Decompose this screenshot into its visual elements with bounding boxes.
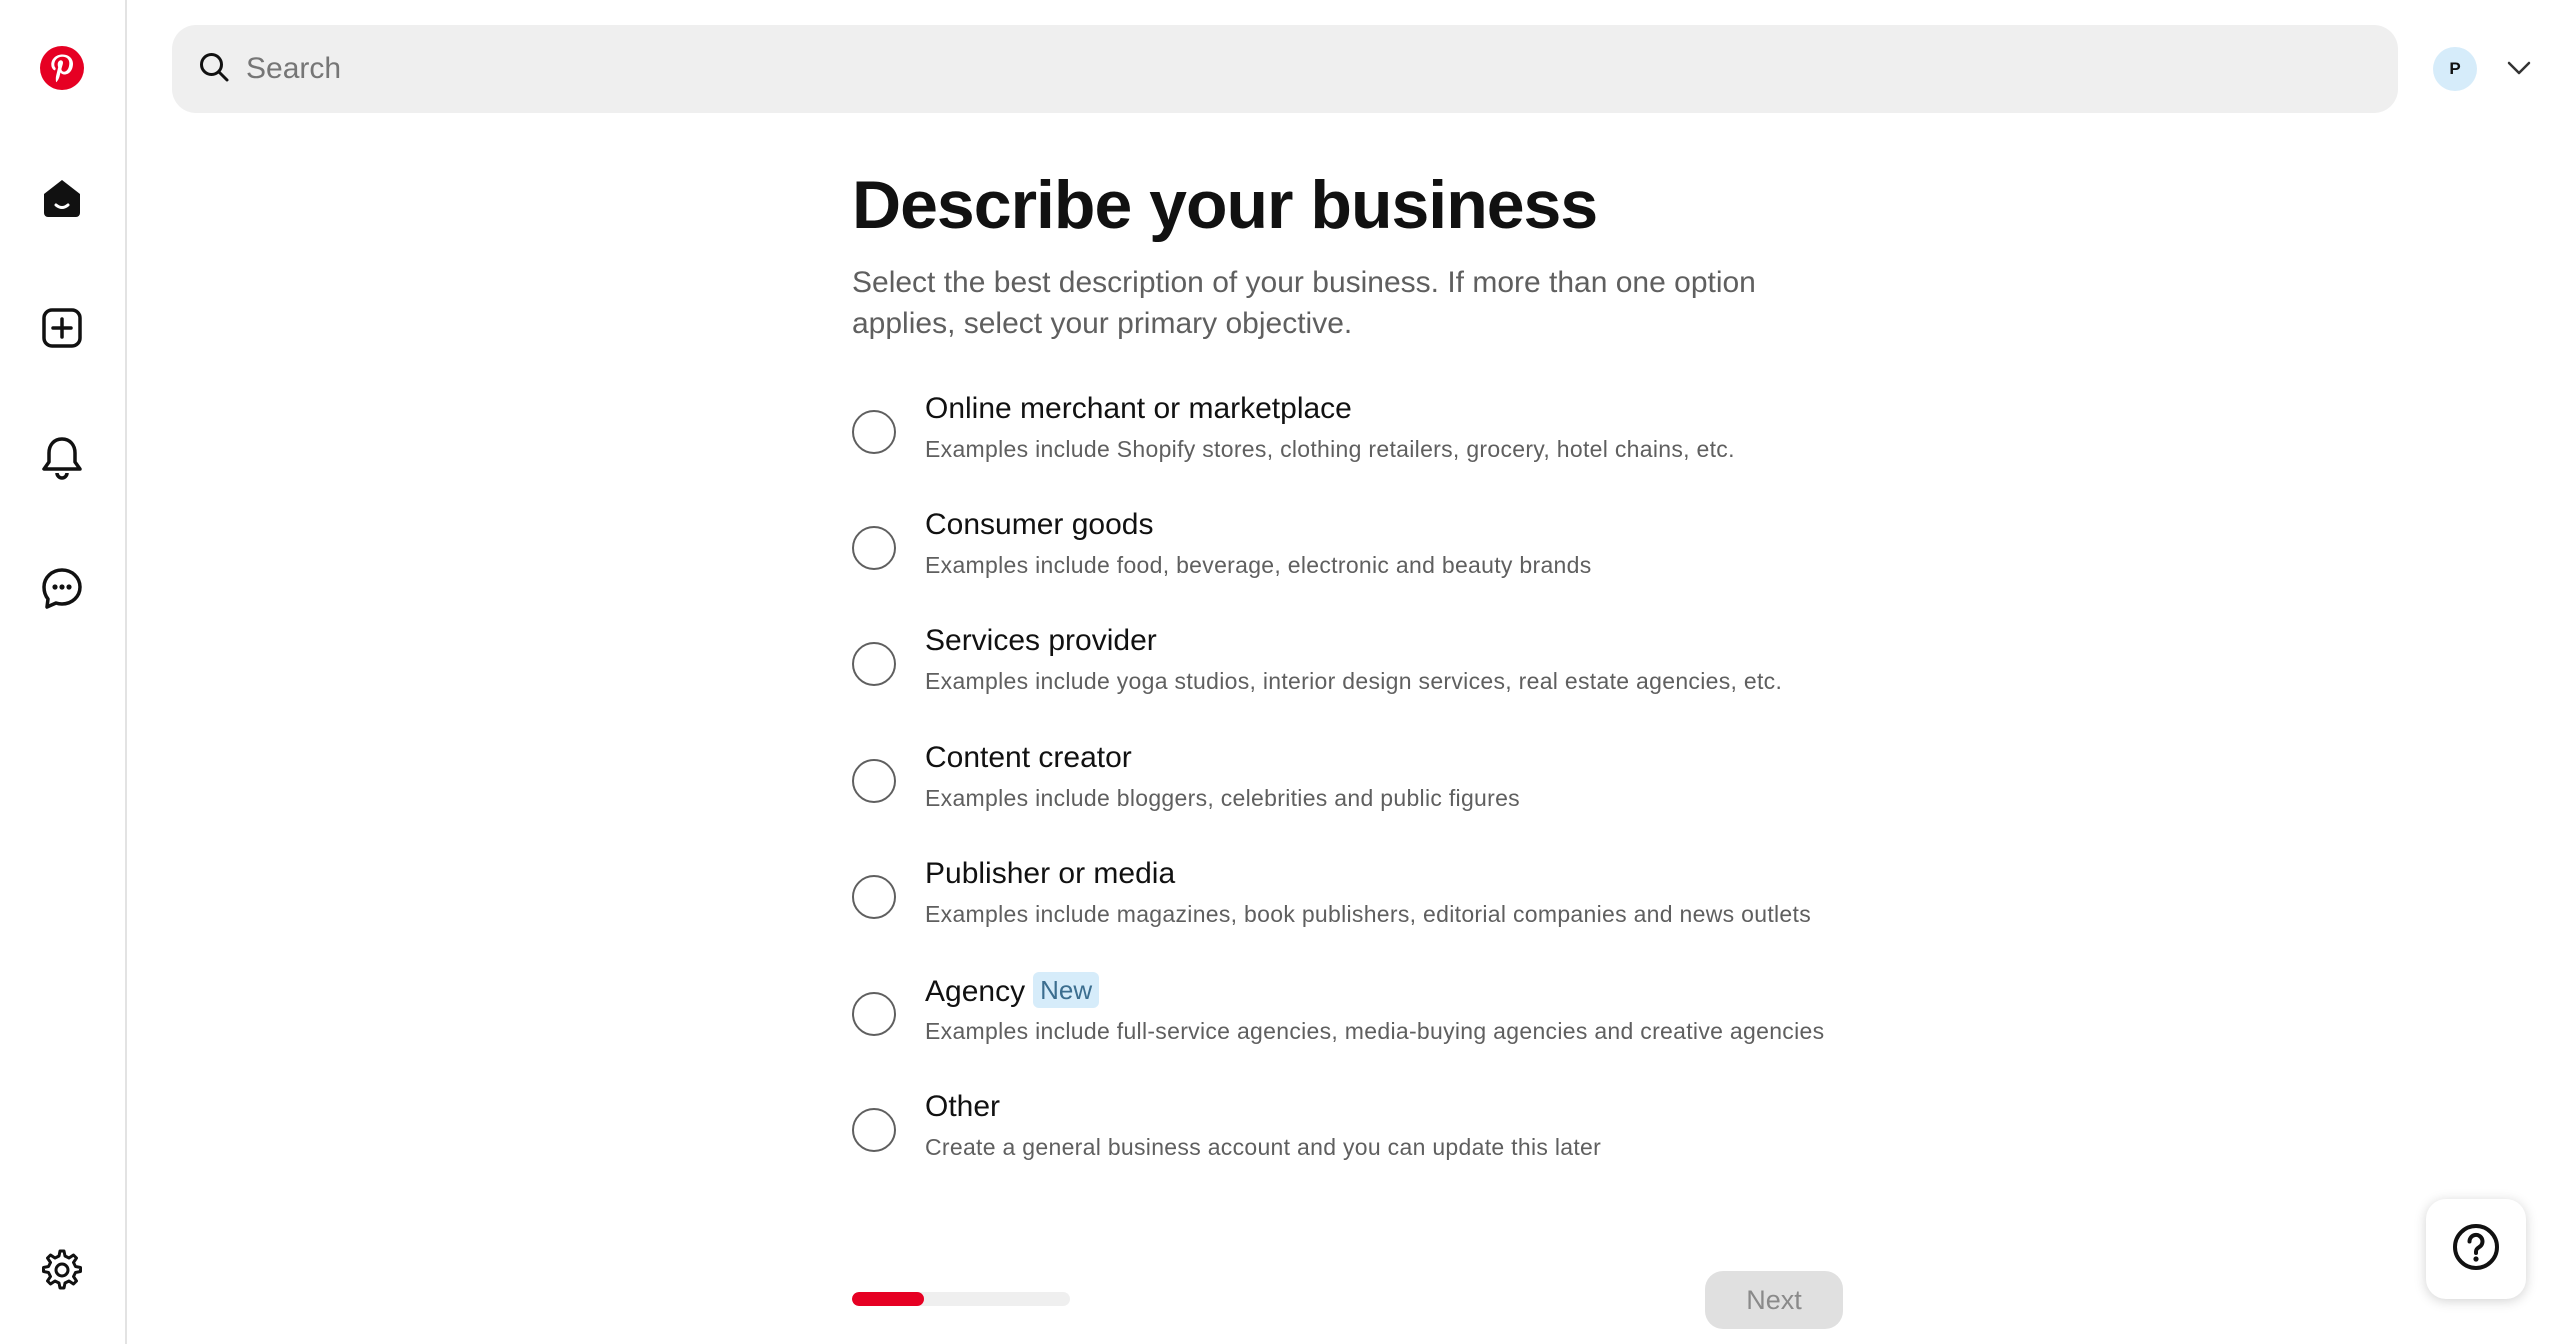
option-description: Examples include magazines, book publish… xyxy=(925,901,1812,927)
page-title: Describe your business xyxy=(852,167,1598,243)
option-description: Examples include Shopify stores, clothin… xyxy=(925,436,1735,462)
option-agency[interactable]: Agency New Examples include full-service … xyxy=(852,972,1852,1072)
option-label: Publisher or media xyxy=(925,857,1176,890)
search-input[interactable] xyxy=(246,52,2246,86)
next-button[interactable]: Next xyxy=(1705,1271,1843,1329)
option-label: Online merchant or marketplace xyxy=(925,392,1352,425)
option-description: Examples include bloggers, celebrities a… xyxy=(925,785,1520,811)
page-subtitle: Select the best description of your busi… xyxy=(852,266,1756,340)
option-content-creator[interactable]: Content creator Examples include blogger… xyxy=(852,739,1852,839)
option-label: Services provider xyxy=(925,624,1157,657)
option-publisher-media[interactable]: Publisher or media Examples include maga… xyxy=(852,855,1852,955)
sidebar xyxy=(0,0,127,1344)
question-circle-icon xyxy=(2451,1222,2501,1277)
home-icon[interactable] xyxy=(30,166,94,230)
option-label: Agency xyxy=(925,975,1026,1008)
option-services-provider[interactable]: Services provider Examples include yoga … xyxy=(852,622,1852,722)
radio-button[interactable] xyxy=(852,759,896,803)
radio-button[interactable] xyxy=(852,410,896,454)
new-badge: New xyxy=(1033,972,1100,1008)
radio-button[interactable] xyxy=(852,526,896,570)
search-bar[interactable] xyxy=(172,25,2398,113)
gear-icon[interactable] xyxy=(30,1238,94,1302)
radio-button[interactable] xyxy=(852,1108,896,1152)
chevron-down-icon[interactable] xyxy=(2504,56,2534,80)
bell-icon[interactable] xyxy=(30,426,94,490)
main-content: Describe your business Select the best d… xyxy=(852,160,1852,1160)
plus-square-icon[interactable] xyxy=(30,296,94,360)
radio-button[interactable] xyxy=(852,875,896,919)
option-description: Examples include food, beverage, electro… xyxy=(925,552,1592,578)
radio-button[interactable] xyxy=(852,992,896,1036)
option-other[interactable]: Other Create a general business account … xyxy=(852,1088,1852,1188)
radio-button[interactable] xyxy=(852,642,896,686)
option-online-merchant[interactable]: Online merchant or marketplace Examples … xyxy=(852,390,1852,490)
progress-fill xyxy=(852,1292,924,1306)
option-description: Examples include yoga studios, interior … xyxy=(925,668,1783,694)
option-label-wrap: Agency New xyxy=(925,972,1100,1011)
chat-bubble-icon[interactable] xyxy=(30,556,94,620)
option-description: Create a general business account and yo… xyxy=(925,1134,1602,1160)
pinterest-logo-icon[interactable] xyxy=(30,36,94,100)
option-label: Other xyxy=(925,1090,1001,1123)
progress-bar xyxy=(852,1292,1070,1306)
avatar[interactable]: P xyxy=(2433,47,2477,91)
option-consumer-goods[interactable]: Consumer goods Examples include food, be… xyxy=(852,506,1852,606)
help-button[interactable] xyxy=(2426,1199,2526,1299)
option-label: Content creator xyxy=(925,741,1132,774)
option-description: Examples include full-service agencies, … xyxy=(925,1018,1825,1044)
option-label: Consumer goods xyxy=(925,508,1154,541)
search-icon xyxy=(198,51,230,88)
